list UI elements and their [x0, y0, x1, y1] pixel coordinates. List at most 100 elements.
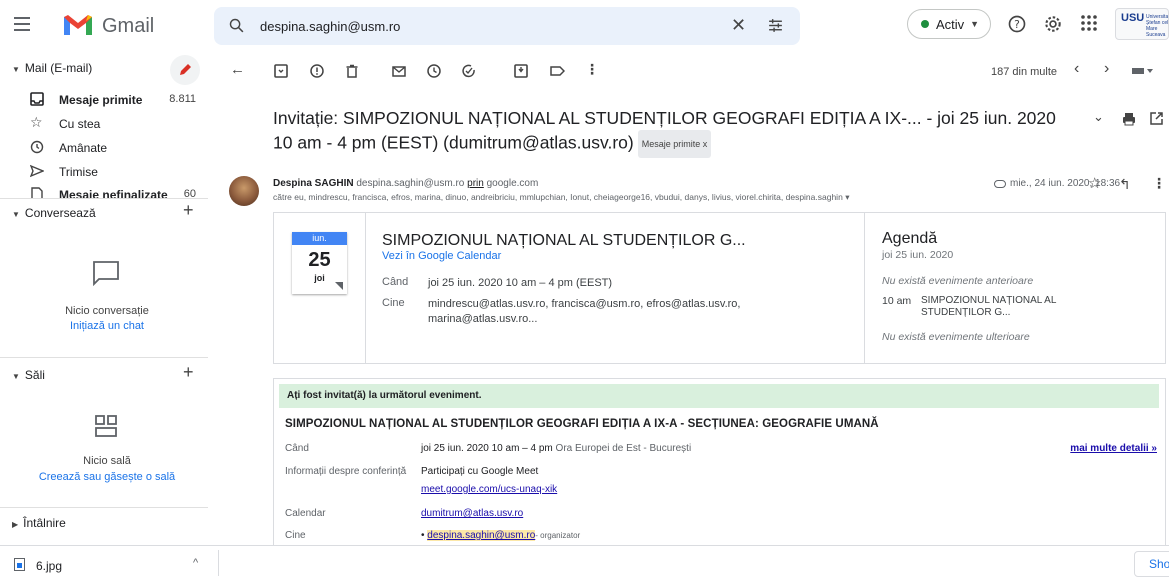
chevron-up-icon[interactable]: ^ [193, 557, 198, 569]
snooze-icon[interactable] [427, 64, 441, 78]
sidebar-item-label: Cu stea [59, 117, 101, 131]
reply-icon[interactable]: ↰ [1119, 176, 1131, 193]
agenda-event-time: 10 am [882, 295, 912, 307]
sidebar-item-sent[interactable]: Trimise [0, 161, 214, 183]
gmail-logo-icon[interactable] [62, 13, 94, 37]
delete-icon[interactable] [345, 64, 359, 78]
search-bar[interactable]: ✕ [214, 7, 800, 45]
draft-count: 60 [183, 188, 196, 198]
when-label: Când [382, 276, 409, 288]
via-link[interactable]: prin [467, 178, 484, 189]
new-chat-icon[interactable]: + [183, 200, 194, 221]
event-title: SIMPOZIONUL NAȚIONAL AL STUDENȚILOR G... [382, 232, 746, 249]
organizer-entry: • despina.saghin@usm.ro- organizator [421, 530, 581, 541]
new-room-icon[interactable]: + [183, 362, 194, 383]
top-bar: Gmail ✕ Activ ▼ ? USU Universitatea Ștef… [0, 0, 1169, 52]
add-task-icon[interactable] [462, 64, 477, 78]
sidebar-item-drafts[interactable]: Mesaje nefinalizate 60 [0, 184, 214, 198]
recipients[interactable]: către eu, mindrescu, francisca, efros, m… [273, 192, 849, 203]
back-arrow-icon[interactable]: ← [230, 61, 245, 78]
search-input[interactable] [260, 16, 720, 36]
calendar-date-column: iun. 25 joi [274, 213, 366, 363]
label-chip-text: Mesaje primite [641, 139, 701, 149]
download-bar: 6.jpg ^ Sho [0, 545, 1169, 579]
archive-icon[interactable] [274, 64, 288, 78]
no-previous-events: Nu există evenimente anterioare [882, 275, 1034, 287]
compose-button[interactable] [170, 55, 200, 85]
clear-search-icon[interactable]: ✕ [731, 15, 746, 36]
status-dropdown[interactable]: Activ ▼ [907, 9, 991, 39]
send-icon [30, 164, 44, 178]
page-fold-icon [335, 282, 343, 290]
rooms-section-header[interactable]: ▼ Săli [12, 368, 45, 382]
sender-name[interactable]: Despina SAGHIN [273, 178, 354, 189]
organizer-email[interactable]: despina.saghin@usm.ro [427, 530, 536, 541]
show-all-button[interactable]: Sho [1134, 551, 1169, 577]
event-full-title: SIMPOZIONUL NAȚIONAL AL STUDENȚILOR GEOG… [285, 418, 879, 430]
view-in-calendar-link[interactable]: Vezi în Google Calendar [382, 250, 501, 262]
agenda-panel: Agendă joi 25 iun. 2020 Nu există evenim… [864, 213, 1165, 363]
meet-section-header[interactable]: ▶ Întâlnire [12, 516, 66, 530]
sidebar-item-label: Mesaje primite [59, 93, 143, 107]
more-details-link[interactable]: mai multe detalii » [1070, 443, 1157, 454]
download-filename[interactable]: 6.jpg [36, 559, 62, 573]
unread-count: 8.811 [169, 93, 196, 105]
attachment-icon [994, 180, 1006, 188]
print-icon[interactable] [1122, 112, 1136, 126]
move-to-icon[interactable] [514, 64, 528, 78]
message-counter: 187 din multe [991, 66, 1058, 78]
divider [218, 550, 219, 576]
rooms-icon [95, 415, 117, 437]
recipients-text: către eu, mindrescu, francisca, efros, m… [273, 192, 843, 202]
sidebar-item-inbox[interactable]: Mesaje primite 8.811 [0, 89, 214, 111]
report-spam-icon[interactable] [310, 64, 324, 78]
sender-email: despina.saghin@usm.ro [356, 178, 465, 189]
search-options-icon[interactable] [767, 17, 784, 34]
organization-logo-text: Universitatea Ștefan cel Mare Suceava [1146, 14, 1169, 38]
find-room-link[interactable]: Creează sau găsește o sală [0, 471, 214, 483]
newer-chevron-icon[interactable]: ‹ [1074, 60, 1079, 78]
start-chat-link[interactable]: Inițiază un chat [0, 320, 214, 332]
chat-section-header[interactable]: ▼ Conversează [12, 206, 96, 220]
search-icon[interactable] [228, 17, 245, 34]
calendar-link[interactable]: dumitrum@atlas.usv.ro [421, 508, 523, 519]
label-chip[interactable]: Mesaje primite x [637, 130, 712, 158]
meet-link[interactable]: meet.google.com/ucs-unaq-xik [421, 484, 557, 495]
conference-label: Informații despre conferință [285, 466, 407, 477]
sidebar-item-snoozed[interactable]: Amânate [0, 137, 214, 159]
invitation-banner: Ați fost invitat(ă) la următorul evenime… [279, 384, 1159, 408]
settings-icon[interactable] [1043, 14, 1063, 34]
sender-avatar[interactable] [229, 176, 259, 206]
agenda-date: joi 25 iun. 2020 [882, 249, 954, 261]
more-options-icon[interactable]: ⋮ [1152, 175, 1166, 192]
main-menu-icon[interactable] [14, 17, 30, 31]
expand-all-icon[interactable]: ⌄ [1093, 109, 1104, 125]
remove-label-icon[interactable]: x [703, 139, 708, 149]
rooms-empty-state: Nicio sală [83, 455, 131, 467]
open-new-window-icon[interactable] [1150, 112, 1163, 125]
agenda-event-title[interactable]: SIMPOZIONUL NAȚIONAL AL STUDENȚILOR G... [921, 295, 1091, 319]
message-toolbar: ← ⋮ 187 din multe ‹ › [214, 52, 1169, 90]
organization-logo-mark: USU [1121, 12, 1145, 24]
when-value: joi 25 iun. 2020 10 am – 4 pm Ora Europe… [421, 443, 691, 454]
older-chevron-icon[interactable]: › [1104, 60, 1109, 78]
organization-logo[interactable]: USU Universitatea Ștefan cel Mare Suceav… [1115, 8, 1169, 40]
sender-line: Despina SAGHIN despina.saghin@usm.ro pri… [273, 178, 538, 189]
chevron-down-icon: ▼ [970, 19, 980, 29]
apps-grid-icon[interactable] [1080, 14, 1098, 32]
mark-unread-icon[interactable] [392, 64, 406, 78]
expand-icon: ▶ [12, 520, 19, 529]
input-tools-icon[interactable] [1132, 67, 1154, 75]
sidebar-item-label: Mesaje nefinalizate [59, 188, 168, 198]
mail-section-header[interactable]: ▼ Mail (E-mail) [12, 61, 92, 75]
help-icon[interactable]: ? [1007, 14, 1027, 34]
svg-text:?: ? [1014, 18, 1020, 31]
app-name[interactable]: Gmail [102, 15, 154, 38]
more-options-icon[interactable]: ⋮ [585, 61, 599, 78]
star-icon[interactable]: ☆ [1088, 174, 1101, 192]
chevron-down-icon[interactable]: ▾ [845, 192, 849, 202]
collapse-icon: ▼ [12, 210, 20, 219]
image-file-icon [14, 558, 25, 571]
label-icon[interactable] [550, 64, 565, 78]
sidebar-item-starred[interactable]: ☆ Cu stea [0, 113, 214, 135]
